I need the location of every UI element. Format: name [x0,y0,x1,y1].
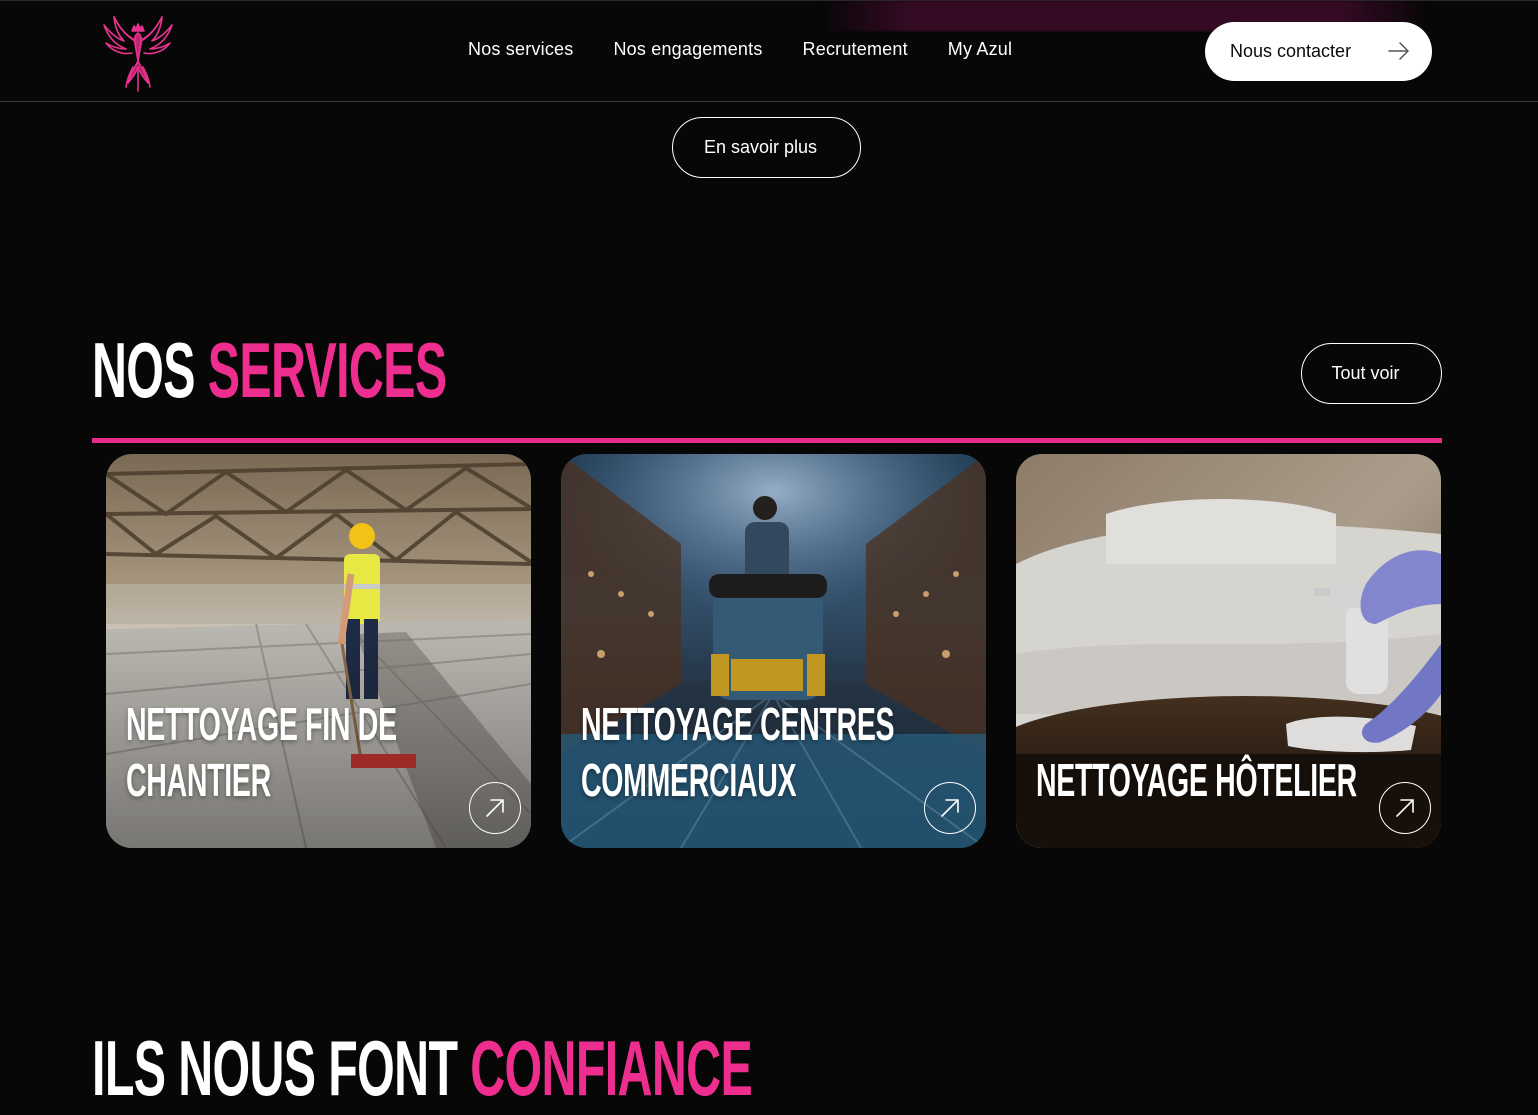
arrow-up-right-icon [486,799,504,817]
arrow-up-right-icon [1396,799,1414,817]
nav-link-recrutement[interactable]: Recrutement [803,39,908,60]
see-all-button[interactable]: Tout voir [1301,343,1442,404]
site-header: Nos services Nos engagements Recrutement… [0,0,1538,102]
arrow-up-right-icon [941,799,959,817]
card-link-button[interactable] [1379,782,1431,834]
card-title: NETTOYAGE FIN DE CHANTIER [126,698,397,806]
trust-title: ILS NOUS FONT CONFIANCE [92,1028,753,1108]
card-title: NETTOYAGE HÔTELIER [1036,754,1357,806]
card-title: NETTOYAGE CENTRES COMMERCIAUX [581,698,895,806]
services-title: NOS SERVICES [92,330,447,410]
page: Nos services Nos engagements Recrutement… [0,0,1538,1115]
services-title-white: NOS [92,326,196,414]
contact-button-label: Nous contacter [1230,41,1352,61]
nav-link-engagements[interactable]: Nos engagements [613,39,762,60]
contact-button[interactable]: Nous contacter [1205,22,1432,81]
arrow-right-icon [1388,42,1409,60]
trust-title-white: ILS NOUS FONT [92,1024,458,1112]
service-card-fin-de-chantier[interactable]: NETTOYAGE FIN DE CHANTIER [106,454,531,848]
nav-link-services[interactable]: Nos services [468,39,573,60]
card-link-button[interactable] [924,782,976,834]
nav-link-my-azul[interactable]: My Azul [948,39,1012,60]
learn-more-button[interactable]: En savoir plus [672,117,861,178]
see-all-label: Tout voir [1331,363,1400,383]
learn-more-label: En savoir plus [703,137,818,157]
trust-title-pink: CONFIANCE [470,1024,753,1112]
service-card-hotelier[interactable]: NETTOYAGE HÔTELIER [1016,454,1441,848]
phoenix-logo-icon[interactable] [100,11,176,93]
services-title-pink: SERVICES [207,326,447,414]
main-nav: Nos services Nos engagements Recrutement… [468,39,1012,60]
section-divider [92,438,1442,443]
card-link-button[interactable] [469,782,521,834]
service-card-centres-commerciaux[interactable]: NETTOYAGE CENTRES COMMERCIAUX [561,454,986,848]
